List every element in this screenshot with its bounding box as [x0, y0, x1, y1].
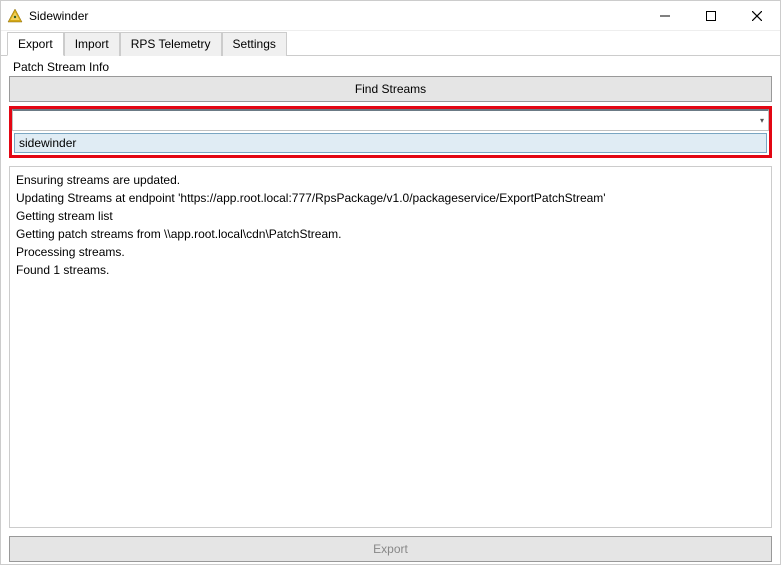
tab-rps-telemetry[interactable]: RPS Telemetry [120, 32, 222, 56]
export-button[interactable]: Export [9, 536, 772, 562]
window-title: Sidewinder [29, 9, 642, 23]
tab-settings[interactable]: Settings [222, 32, 287, 56]
selected-stream-item[interactable]: sidewinder [14, 133, 767, 153]
window-controls [642, 1, 780, 30]
log-output: Ensuring streams are updated. Updating S… [9, 166, 772, 528]
patch-stream-group: Patch Stream Info Find Streams ▾ sidewin… [9, 60, 772, 158]
log-line: Getting patch streams from \\app.root.lo… [16, 225, 765, 243]
find-streams-button[interactable]: Find Streams [9, 76, 772, 102]
titlebar: Sidewinder [1, 1, 780, 31]
stream-dropdown[interactable]: ▾ [12, 109, 769, 131]
log-line: Getting stream list [16, 207, 765, 225]
tab-strip: Export Import RPS Telemetry Settings [1, 31, 780, 56]
close-button[interactable] [734, 1, 780, 30]
tab-export[interactable]: Export [7, 32, 64, 56]
chevron-down-icon: ▾ [760, 116, 764, 125]
group-label: Patch Stream Info [9, 60, 772, 74]
app-icon [7, 8, 23, 24]
log-line: Processing streams. [16, 243, 765, 261]
maximize-button[interactable] [688, 1, 734, 30]
stream-selector-highlight: ▾ sidewinder [9, 106, 772, 158]
log-line: Ensuring streams are updated. [16, 171, 765, 189]
log-line: Found 1 streams. [16, 261, 765, 279]
tab-import[interactable]: Import [64, 32, 120, 56]
log-line: Updating Streams at endpoint 'https://ap… [16, 189, 765, 207]
minimize-button[interactable] [642, 1, 688, 30]
